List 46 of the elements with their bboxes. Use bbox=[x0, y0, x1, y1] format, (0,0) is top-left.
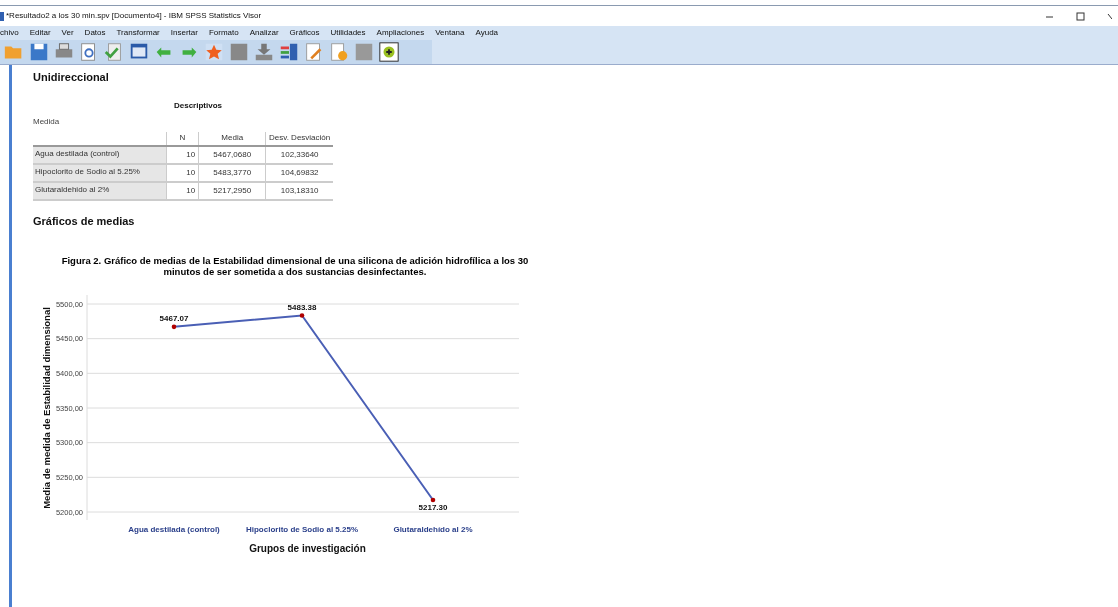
plus-circle-icon[interactable] bbox=[377, 40, 401, 64]
category-label: Hipoclorito de Sodio al 5.25% bbox=[246, 525, 358, 534]
window-title: *Resultado2 a los 30 min.spv [Documento4] - IBM SPSS Statistics Visor bbox=[6, 10, 262, 22]
table-subtitle: Medida bbox=[33, 115, 61, 128]
table-cell: 102,33640 bbox=[265, 145, 333, 164]
close-icon[interactable] bbox=[1107, 11, 1112, 21]
y-axis-label: Media de medida de Estabilidad dimensional bbox=[41, 307, 52, 509]
column-header: Media bbox=[198, 131, 266, 146]
menu-item[interactable]: Ampliaciones bbox=[376, 29, 425, 37]
column-header: N bbox=[166, 131, 199, 146]
menu-item[interactable]: Ventana bbox=[435, 29, 465, 37]
value-label: 5467.07 bbox=[159, 313, 189, 323]
maximize-icon[interactable] bbox=[1076, 11, 1085, 21]
table-cell: 10 bbox=[166, 145, 199, 164]
table-cell: 10 bbox=[166, 181, 199, 200]
table-title: Descriptivos bbox=[173, 99, 223, 112]
menu-item[interactable]: Gráficos bbox=[289, 29, 320, 37]
menu-item[interactable]: Utilidades bbox=[330, 29, 366, 37]
app-icon bbox=[0, 11, 4, 21]
chart-title: Figura 2. Gráfico de medias de la Estabilidad dimensional de una silicona de adición hidrofílica a los 30 minutos de ser sometida a dos sustancias desinfectantes. bbox=[60, 255, 530, 277]
menu-item[interactable]: Transformar bbox=[116, 29, 160, 37]
data-point bbox=[430, 497, 436, 503]
table-cell: 5483,3770 bbox=[198, 163, 266, 182]
x-axis-label: Grupos de investigación bbox=[248, 542, 367, 556]
table-cell: 10 bbox=[166, 163, 199, 182]
menu-item[interactable]: chivo bbox=[0, 29, 19, 37]
menu-item[interactable]: Editar bbox=[29, 29, 51, 37]
data-point bbox=[299, 313, 305, 318]
data-point bbox=[171, 324, 177, 330]
menu-item[interactable]: Ver bbox=[61, 29, 74, 37]
table-cell: 5467,0680 bbox=[198, 145, 266, 164]
menu-item[interactable]: Ayuda bbox=[475, 29, 499, 37]
section-heading: Gráficos de medias bbox=[33, 213, 136, 229]
category-label: Glutaraldehído al 2% bbox=[393, 525, 473, 534]
section-heading: Unidireccional bbox=[33, 70, 110, 85]
table-cell: 104,69832 bbox=[265, 163, 333, 182]
category-label: Agua destilada (control) bbox=[128, 525, 220, 534]
value-label: 5217.30 bbox=[418, 503, 448, 512]
table-cell: 5217,2950 bbox=[198, 181, 266, 200]
menu-item[interactable]: Analizar bbox=[249, 29, 279, 37]
table-cell: 103,18310 bbox=[265, 181, 333, 200]
menu-item[interactable]: Insertar bbox=[170, 29, 198, 37]
menu-item[interactable]: Datos bbox=[84, 29, 106, 37]
value-label: 5483.38 bbox=[287, 302, 317, 312]
column-header: Desv. Desviación bbox=[265, 131, 333, 146]
menu-item[interactable]: Formato bbox=[208, 29, 239, 37]
